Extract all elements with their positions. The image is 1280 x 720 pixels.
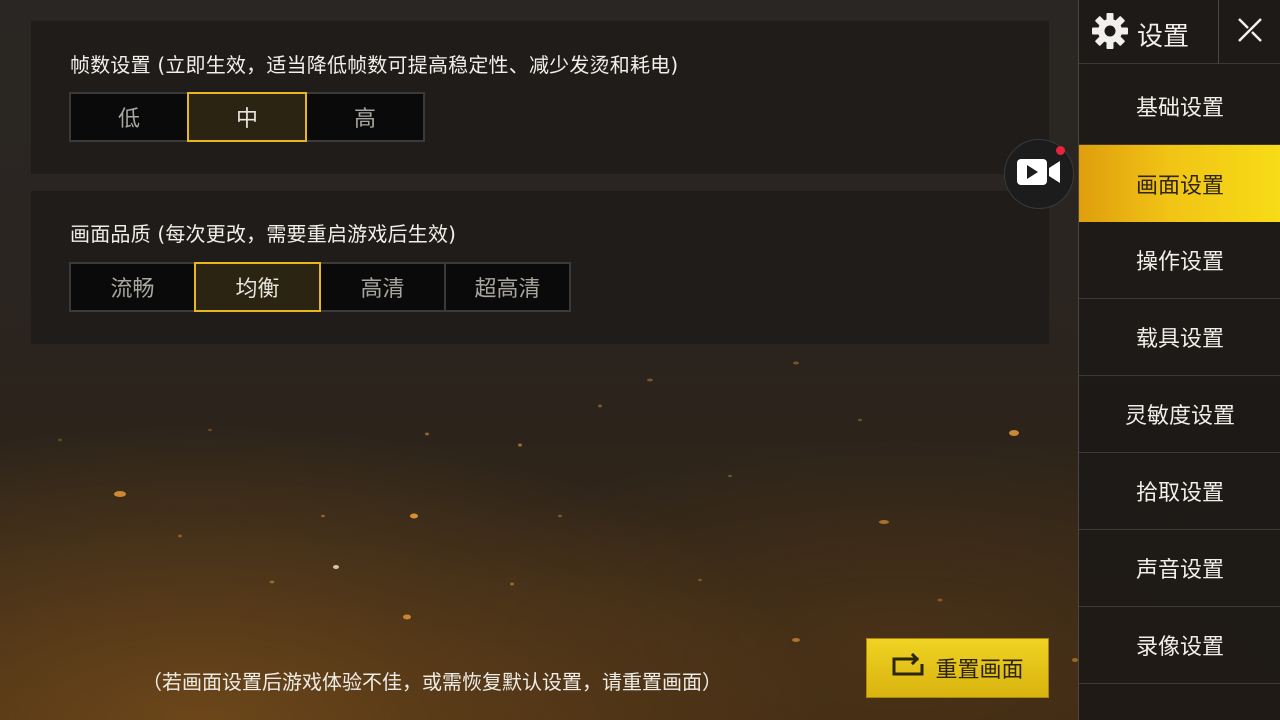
reset-graphics-button[interactable]: 重置画面 [866, 638, 1049, 698]
graphics-quality-title: 画面品质 (每次更改，需要重启游戏后生效) [70, 222, 457, 246]
sidebar-item-basic[interactable]: 基础设置 [1079, 68, 1280, 145]
settings-title-label: 设置 [1137, 22, 1190, 52]
sidebar-item-graphics[interactable]: 画面设置 [1079, 145, 1280, 222]
reset-button-label: 重置画面 [935, 658, 1024, 683]
record-video-button[interactable] [1004, 139, 1074, 209]
gear-icon [1091, 12, 1129, 57]
quality-option-ultra-hd[interactable]: 超高清 [444, 262, 571, 312]
frame-rate-option-medium[interactable]: 中 [187, 92, 307, 142]
sidebar-header: 设置 [1079, 0, 1280, 64]
frame-rate-title: 帧数设置 (立即生效，适当降低帧数可提高稳定性、减少发烫和耗电) [70, 53, 679, 77]
quality-option-smooth[interactable]: 流畅 [69, 262, 196, 312]
record-indicator-dot [1056, 146, 1065, 155]
frame-rate-option-high[interactable]: 高 [305, 92, 425, 142]
sidebar-item-vehicle[interactable]: 载具设置 [1079, 299, 1280, 376]
sidebar-item-pickup[interactable]: 拾取设置 [1079, 453, 1280, 530]
graphics-quality-selector: 流畅 均衡 高清 超高清 [69, 262, 571, 312]
quality-option-hd[interactable]: 高清 [319, 262, 446, 312]
reset-hint-text: （若画面设置后游戏体验不佳，或需恢复默认设置，请重置画面） [142, 670, 722, 694]
video-camera-icon [1016, 156, 1062, 192]
sidebar-item-sensitivity[interactable]: 灵敏度设置 [1079, 376, 1280, 453]
frame-rate-panel: 帧数设置 (立即生效，适当降低帧数可提高稳定性、减少发烫和耗电) 低 中 高 [31, 21, 1049, 174]
graphics-quality-panel: 画面品质 (每次更改，需要重启游戏后生效) 流畅 均衡 高清 超高清 [31, 191, 1049, 344]
settings-sidebar: 设置 基础设置 画面设置 操作设置 载具设置 灵敏度设置 拾取设置 声音设置 录… [1078, 0, 1280, 720]
sidebar-item-controls[interactable]: 操作设置 [1079, 222, 1280, 299]
close-icon [1235, 15, 1265, 49]
quality-option-balanced[interactable]: 均衡 [194, 262, 321, 312]
frame-rate-selector: 低 中 高 [69, 92, 425, 142]
frame-rate-option-low[interactable]: 低 [69, 92, 189, 142]
close-button[interactable] [1218, 0, 1280, 63]
reset-icon [891, 652, 925, 683]
settings-title: 设置 [1091, 12, 1189, 57]
sidebar-item-recording[interactable]: 录像设置 [1079, 607, 1280, 684]
sidebar-item-audio[interactable]: 声音设置 [1079, 530, 1280, 607]
